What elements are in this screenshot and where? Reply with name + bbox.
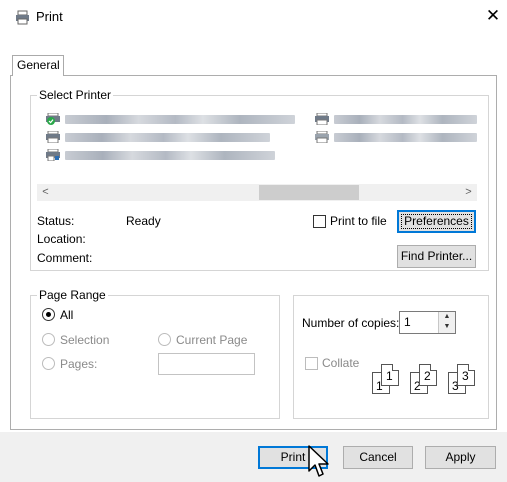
pages-input[interactable] [158,353,255,375]
collate-page-number: 2 [424,369,431,383]
pages-label[interactable]: Pages: [60,357,97,371]
copies-label: Number of copies: [302,316,400,330]
location-label: Location: [37,232,86,246]
selection-label[interactable]: Selection [60,333,109,347]
page-icon: 3 [457,364,475,386]
collate-checkbox[interactable] [305,357,318,370]
print-to-file-checkbox[interactable] [313,215,326,228]
print-to-file-label[interactable]: Print to file [330,214,387,228]
current-page-label[interactable]: Current Page [176,333,247,347]
printer-icon [315,113,329,125]
pages-radio[interactable] [42,357,55,370]
preferences-button[interactable]: Preferences [397,210,476,233]
print-to-file-text: Print to file [330,214,387,228]
page-range-legend: Page Range [37,288,108,302]
current-page-radio[interactable] [158,333,171,346]
radio-selected-dot [46,312,51,317]
printer-icon [16,10,29,25]
printer-icon [46,131,60,143]
page-icon: 1 [381,364,399,386]
apply-label: Apply [445,450,476,464]
fax-printer-icon [46,149,60,161]
printer-default-icon [46,113,60,125]
printer-icon [315,131,329,143]
all-radio[interactable] [42,308,55,321]
print-label: Print [280,450,306,464]
printer-name-redacted [334,115,477,124]
focus-rectangle [401,214,472,229]
spin-up-icon[interactable]: ▲ [439,312,455,322]
collate-label[interactable]: Collate [322,356,359,370]
apply-button[interactable]: Apply [425,446,496,469]
find-printer-label: Find Printer... [400,249,473,263]
printer-list-scrollbar[interactable]: < > [37,184,477,201]
mouse-cursor-icon [308,445,329,477]
cancel-label: Cancel [359,450,397,464]
printer-name-redacted [65,115,295,124]
cancel-button[interactable]: Cancel [343,446,413,469]
title-bar: Print ✕ [0,0,507,34]
tab-general[interactable]: General [12,55,64,76]
printer-list[interactable] [37,108,479,178]
printer-name-redacted [65,133,270,142]
close-icon[interactable]: ✕ [483,4,503,28]
printer-name-redacted [65,151,275,160]
comment-label: Comment: [37,251,93,265]
window-title: Print [36,9,63,24]
spin-down-icon[interactable]: ▼ [439,322,455,332]
copies-input[interactable]: 1 ▲ ▼ [399,311,456,334]
selection-radio[interactable] [42,333,55,346]
status-label: Status: [37,214,75,228]
copies-spinner[interactable]: ▲ ▼ [438,312,455,333]
all-label[interactable]: All [60,308,73,322]
select-printer-legend: Select Printer [37,88,114,102]
printer-name-redacted [334,133,477,142]
status-value: Ready [126,214,161,228]
copies-value: 1 [404,315,411,329]
collate-page-number: 3 [462,369,469,383]
scroll-thumb[interactable] [259,185,359,200]
collate-illustration: 1 1 2 2 3 3 [372,362,482,398]
scroll-right-button[interactable]: > [460,184,477,201]
page-icon: 2 [419,364,437,386]
scroll-left-button[interactable]: < [37,184,54,201]
find-printer-button[interactable]: Find Printer... [397,245,476,268]
collate-page-number: 1 [386,369,393,383]
